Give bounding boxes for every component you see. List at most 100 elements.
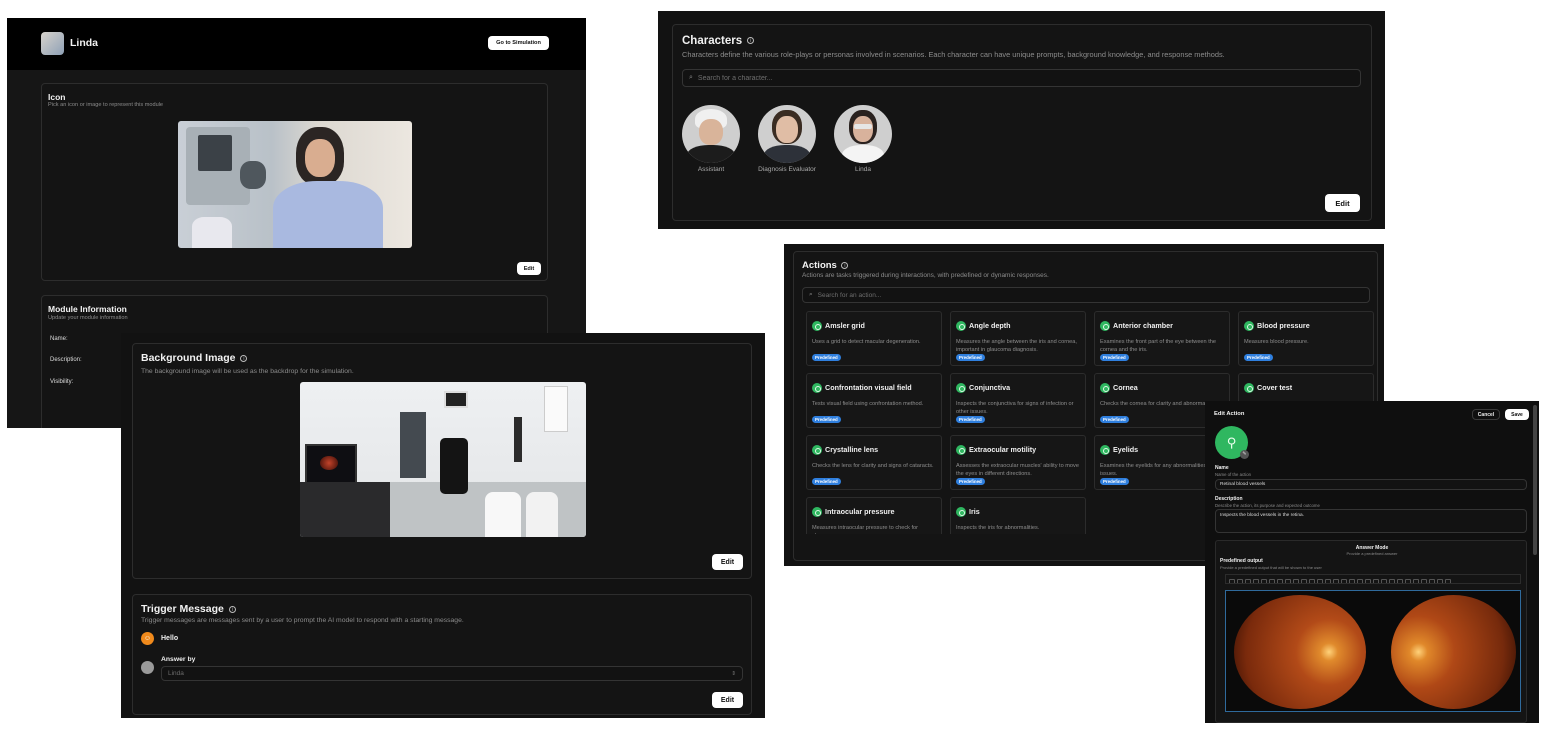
info-icon[interactable]: i xyxy=(841,261,849,269)
answer-by-avatar xyxy=(141,661,154,674)
action-description: Measures blood pressure. xyxy=(1244,339,1309,345)
answer-by-value: Linda xyxy=(168,670,184,677)
predefined-badge: Predefined xyxy=(1100,416,1129,423)
character-search-input[interactable] xyxy=(697,74,1354,82)
predefined-badge: Predefined xyxy=(812,478,841,485)
info-icon[interactable]: i xyxy=(240,354,248,362)
wrench-icon xyxy=(956,506,966,517)
character-avatar-linda[interactable] xyxy=(834,105,892,163)
action-description: Uses a grid to detect macular degenerati… xyxy=(812,339,921,345)
action-title: Intraocular pressure xyxy=(825,507,895,517)
character-search[interactable]: ⌕ xyxy=(682,69,1361,87)
wrench-icon xyxy=(1244,382,1254,393)
action-card[interactable]: Extraocular motility Assesses the extraoc… xyxy=(950,435,1086,490)
action-card[interactable]: Intraocular pressure Measures intraocular… xyxy=(806,497,942,534)
trigger-edit-button[interactable]: Edit xyxy=(712,692,743,708)
rich-text-toolbar[interactable] xyxy=(1225,574,1521,584)
action-card[interactable]: Confrontation visual field Tests visual f… xyxy=(806,373,942,428)
chevron-updown-icon: ⇕ xyxy=(731,670,736,677)
background-title: Background Image xyxy=(141,352,236,364)
description-hint: Describe the action, its purpose and exp… xyxy=(1215,503,1320,508)
wrench-icon xyxy=(956,444,966,455)
character-name: Assistant xyxy=(697,166,725,173)
action-title: Amsler grid xyxy=(825,321,865,331)
wrench-icon xyxy=(812,382,822,393)
pencil-icon[interactable]: ✎ xyxy=(1240,450,1249,459)
search-icon: ⌕ xyxy=(689,74,693,81)
character-avatar-diagnosis-evaluator[interactable] xyxy=(758,105,816,163)
predefined-badge: Predefined xyxy=(956,478,985,485)
background-image[interactable] xyxy=(300,382,586,537)
action-card[interactable]: Blood pressure Measures blood pressure. Pr… xyxy=(1238,311,1374,366)
icon-card: Icon Pick an icon or image to represent … xyxy=(41,83,548,281)
action-description-value: Inspects the blood vessels in the retina… xyxy=(1220,513,1304,518)
edit-action-panel: Edit Action Cancel Save ⚲ ✎ Name Name of… xyxy=(1205,401,1539,723)
user-name: Linda xyxy=(70,37,98,49)
info-icon[interactable]: i xyxy=(228,605,236,613)
background-subtitle: The background image will be used as the… xyxy=(141,368,354,375)
module-header: Linda Go to Simulation xyxy=(7,18,586,70)
predefined-badge: Predefined xyxy=(1244,354,1273,361)
module-info-title: Module Information xyxy=(48,304,127,314)
answer-mode-section: Answer Mode Provide a predefined answer … xyxy=(1215,540,1527,723)
action-search-input[interactable] xyxy=(817,291,1363,299)
module-icon-image[interactable] xyxy=(178,121,412,248)
avatar xyxy=(41,32,64,55)
answer-by-label: Answer by xyxy=(161,656,196,663)
name-hint: Name of the action xyxy=(1215,472,1252,477)
action-description: Tests visual field using confrontation m… xyxy=(812,401,924,407)
action-card[interactable]: Iris Inspects the iris for abnormalities.… xyxy=(950,497,1086,534)
trigger-subtitle: Trigger messages are messages sent by a … xyxy=(141,617,464,624)
action-title: Eyelids xyxy=(1113,445,1139,455)
description-field-label: Description: xyxy=(50,357,82,363)
predefined-badge: Predefined xyxy=(956,416,985,423)
actions-title-row: Actions i xyxy=(802,260,849,271)
characters-card: Characters i Characters define the vario… xyxy=(672,24,1372,221)
action-card[interactable]: Crystalline lens Checks the lens for clar… xyxy=(806,435,942,490)
predefined-badge: Predefined xyxy=(812,416,841,423)
character-avatar-assistant[interactable] xyxy=(682,105,740,163)
retina-image[interactable] xyxy=(1225,590,1521,712)
predefined-output-label: Predefined output xyxy=(1220,558,1263,564)
scrollbar[interactable] xyxy=(1533,405,1537,555)
characters-edit-button[interactable]: Edit xyxy=(1325,194,1360,212)
action-card[interactable]: Angle depth Measures the angle between th… xyxy=(950,311,1086,366)
answer-mode-subtitle: Provide a predefined answer xyxy=(1346,551,1398,556)
info-icon[interactable]: i xyxy=(747,37,755,45)
action-title: Anterior chamber xyxy=(1113,321,1173,331)
action-description: Assesses the extraocular muscles' abilit… xyxy=(956,463,1079,477)
name-label: Name xyxy=(1215,465,1229,471)
action-card[interactable]: Amsler grid Uses a grid to detect macular… xyxy=(806,311,942,366)
actions-title: Actions xyxy=(802,260,837,271)
background-image-card: Background Image i The background image … xyxy=(132,343,752,579)
wrench-icon xyxy=(812,320,822,331)
action-title: Iris xyxy=(969,507,980,517)
character-name: Linda xyxy=(855,166,871,173)
predefined-badge: Predefined xyxy=(1100,354,1129,361)
characters-subtitle: Characters define the various role-plays… xyxy=(682,50,1225,59)
action-name-field[interactable]: Retinal blood vessels xyxy=(1215,479,1527,490)
predefined-badge: Predefined xyxy=(1100,478,1129,485)
answer-by-select[interactable]: Linda ⇕ xyxy=(161,666,743,681)
action-title: Cover test xyxy=(1257,383,1293,393)
save-button[interactable]: Save xyxy=(1505,409,1529,420)
wrench-icon xyxy=(1244,320,1254,331)
action-description: Checks the lens for clarity and signs of… xyxy=(812,463,934,469)
go-to-simulation-button[interactable]: Go to Simulation xyxy=(488,36,549,50)
action-description-field[interactable]: Inspects the blood vessels in the retina… xyxy=(1215,509,1527,533)
action-title: Cornea xyxy=(1113,383,1138,393)
cancel-button[interactable]: Cancel xyxy=(1472,409,1500,420)
icon-edit-button[interactable]: Edit xyxy=(517,262,541,275)
wrench-icon xyxy=(812,506,822,517)
action-card[interactable]: Conjunctiva Inspects the conjunctiva for … xyxy=(950,373,1086,428)
action-search[interactable]: ⌕ xyxy=(802,287,1370,303)
predefined-badge: Predefined xyxy=(812,354,841,361)
name-field-label: Name: xyxy=(50,336,68,342)
background-edit-button[interactable]: Edit xyxy=(712,554,743,570)
action-card[interactable]: Anterior chamber Examines the front part … xyxy=(1094,311,1230,366)
module-info-subtitle: Update your module information xyxy=(48,315,128,321)
description-label: Description xyxy=(1215,496,1243,502)
search-icon: ⌕ xyxy=(809,291,813,298)
characters-panel: Characters i Characters define the vario… xyxy=(658,11,1385,229)
characters-title: Characters xyxy=(682,35,743,47)
